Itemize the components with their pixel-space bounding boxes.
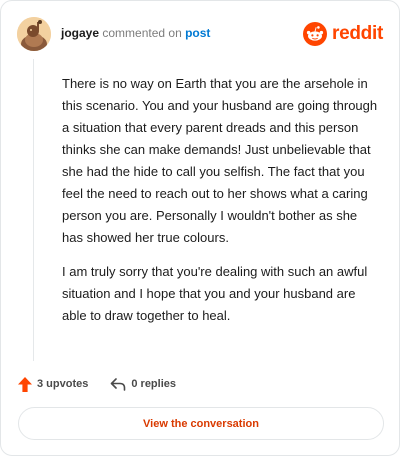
reddit-alien-icon bbox=[303, 22, 328, 46]
comment-paragraph: I am truly sorry that you're dealing wit… bbox=[62, 264, 368, 323]
reddit-wordmark: reddit bbox=[332, 23, 383, 44]
reddit-logo[interactable]: reddit bbox=[303, 21, 383, 47]
upvote-count: 3 upvotes bbox=[37, 378, 89, 390]
reply-count: 0 replies bbox=[131, 378, 176, 390]
reply-button[interactable]: 0 replies bbox=[110, 377, 176, 391]
post-link[interactable]: post bbox=[185, 26, 210, 40]
username-link[interactable]: jogaye bbox=[61, 26, 99, 40]
reply-arrow-icon bbox=[111, 378, 126, 391]
user-avatar-icon[interactable] bbox=[17, 17, 51, 51]
action-text: commented on bbox=[102, 26, 182, 40]
comment-paragraph: There is no way on Earth that you are th… bbox=[62, 76, 378, 245]
comment-actions: 3 upvotes 0 replies bbox=[18, 374, 176, 394]
comment-body: There is no way on Earth that you are th… bbox=[62, 73, 380, 339]
comment-meta: jogaye commented on post bbox=[61, 26, 210, 40]
comment-card: jogaye commented on post reddit There is… bbox=[0, 0, 400, 456]
view-conversation-button[interactable]: View the conversation bbox=[18, 407, 384, 440]
thread-line[interactable] bbox=[33, 59, 34, 361]
comment-header: jogaye commented on post reddit bbox=[17, 17, 383, 51]
upvote-arrow-icon bbox=[18, 376, 32, 392]
upvote-button[interactable]: 3 upvotes bbox=[18, 376, 89, 392]
